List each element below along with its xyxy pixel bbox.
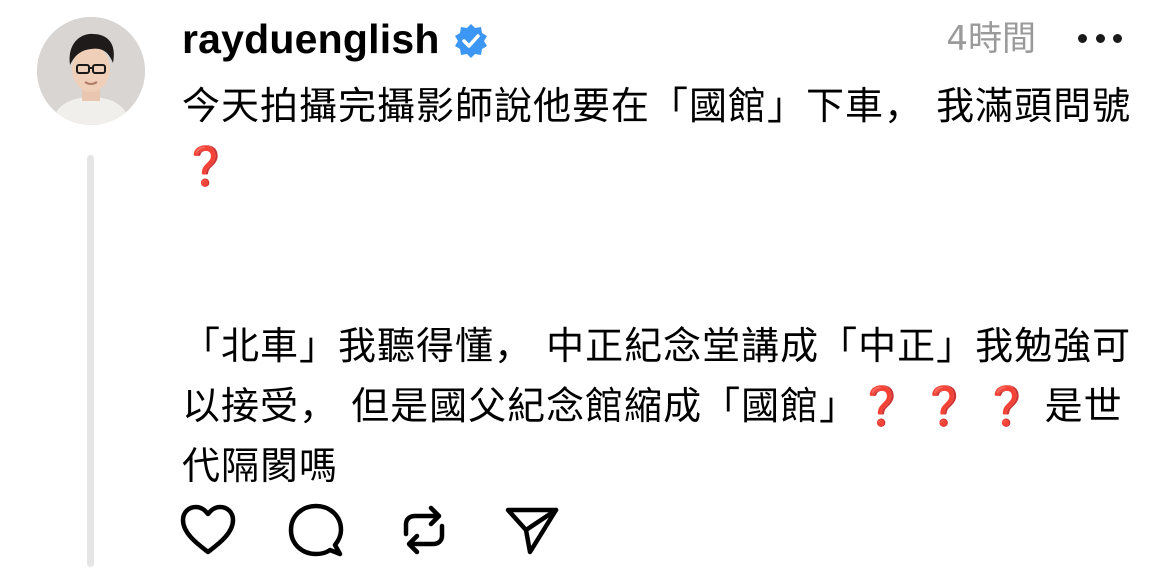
post-body: 今天拍攝完攝影師說他要在「國館」下車， 我滿頭問號 ❓ 「北車」我聽得懂， 中正… xyxy=(182,76,1132,496)
share-button[interactable] xyxy=(502,500,562,560)
more-dot xyxy=(1095,33,1105,43)
profile-photo xyxy=(37,17,145,125)
post-header: rayduenglish xyxy=(182,14,490,64)
comment-icon xyxy=(288,503,344,557)
repost-icon xyxy=(403,505,445,555)
post-paragraph-1: 今天拍攝完攝影師說他要在「國館」下車， 我滿頭問號 ❓ xyxy=(182,76,1132,196)
post-actions xyxy=(178,502,610,558)
thread-line xyxy=(87,155,94,567)
avatar[interactable] xyxy=(37,17,145,125)
timestamp: 4時間 xyxy=(946,19,1036,59)
post-text-line-1: 今天拍攝完攝影師說他要在「國館」下車， 我滿頭問號 xyxy=(182,84,1132,128)
send-icon xyxy=(505,507,559,555)
verified-badge-icon xyxy=(452,22,490,60)
like-button[interactable] xyxy=(178,500,238,560)
question-mark-icon: ❓ xyxy=(182,144,231,188)
more-dot xyxy=(1113,33,1122,43)
comment-button[interactable] xyxy=(286,500,346,560)
more-icon[interactable] xyxy=(1078,28,1122,48)
question-marks-icon: ❓ ❓ ❓ xyxy=(858,384,1032,428)
heart-icon xyxy=(180,504,236,555)
more-dot xyxy=(1078,33,1087,43)
username[interactable]: rayduenglish xyxy=(182,14,440,64)
repost-button[interactable] xyxy=(394,500,454,560)
post-paragraph-2: 「北車」我聽得懂， 中正紀念堂講成「中正」我勉強可以接受， 但是國父紀念館縮成「… xyxy=(182,316,1132,496)
